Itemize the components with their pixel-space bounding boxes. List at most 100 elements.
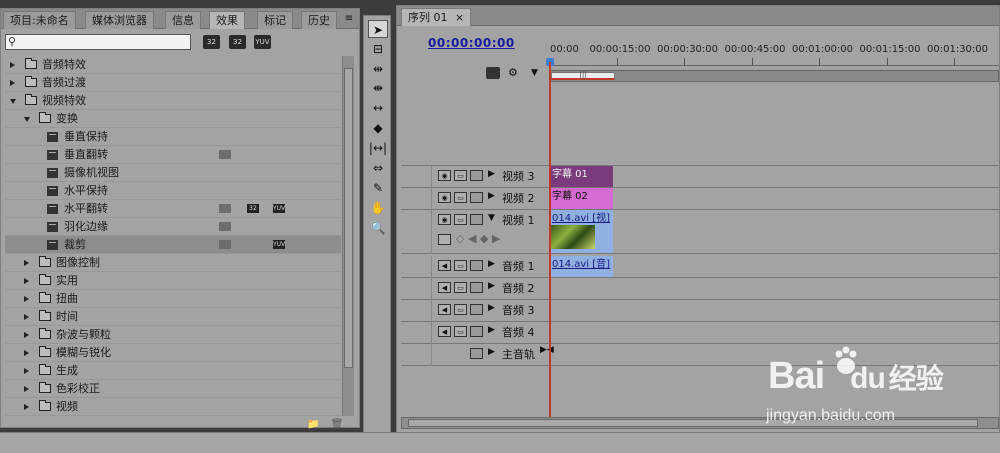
zoom-tool-icon[interactable]: 🔍: [368, 219, 388, 237]
expanded-arrow-icon[interactable]: [10, 99, 16, 104]
speaker-icon[interactable]: ◀: [438, 326, 451, 337]
panel-menu-icon[interactable]: ≡: [342, 12, 356, 26]
tree-folder[interactable]: 图像控制: [5, 254, 341, 272]
tab-sequence-01[interactable]: 序列 01 ×: [401, 8, 472, 26]
marker-icon[interactable]: ▼: [531, 68, 538, 78]
sync-lock-icon[interactable]: ▭: [454, 260, 467, 271]
speaker-icon[interactable]: ◀: [438, 282, 451, 293]
collapsed-arrow-icon[interactable]: [24, 314, 29, 320]
time-ruler[interactable]: 00:00 00:00:15:00 00:00:30:00 00:00:45:00 00…: [549, 42, 999, 66]
work-area-bar[interactable]: |||: [549, 70, 999, 82]
collapsed-arrow-icon[interactable]: [10, 80, 15, 86]
sync-lock-icon[interactable]: ▭: [454, 326, 467, 337]
timeline-horizontal-scrollbar[interactable]: [401, 417, 999, 429]
collapsed-arrow-icon[interactable]: [10, 62, 15, 68]
collapsed-arrow-icon[interactable]: ▶: [488, 303, 495, 313]
collapsed-arrow-icon[interactable]: [24, 386, 29, 392]
track-select-tool-icon[interactable]: ⊟: [368, 40, 388, 58]
sync-lock-icon[interactable]: ▭: [454, 214, 467, 225]
tab-history[interactable]: 历史: [301, 11, 337, 29]
collapsed-arrow-icon[interactable]: ▶: [488, 259, 495, 269]
close-icon[interactable]: ×: [455, 11, 464, 24]
collapsed-arrow-icon[interactable]: [24, 404, 29, 410]
video-clip[interactable]: 014.avi [视]: [549, 210, 613, 253]
scrollbar-thumb[interactable]: [344, 68, 353, 368]
expanded-arrow-icon[interactable]: [24, 117, 30, 122]
effects-search-input[interactable]: ⚲: [5, 34, 191, 50]
lock-icon[interactable]: [470, 282, 483, 293]
slip-tool-icon[interactable]: |↔|: [368, 139, 388, 157]
trash-icon[interactable]: 🗑: [331, 419, 344, 430]
slide-tool-icon[interactable]: ⇔: [368, 159, 388, 177]
video-clip[interactable]: 字幕 01: [549, 166, 613, 187]
collapsed-arrow-icon[interactable]: ▶: [488, 325, 495, 335]
video-clip[interactable]: 字幕 02: [549, 188, 613, 209]
tree-effect[interactable]: 裁剪 YUV: [5, 236, 341, 254]
tree-folder[interactable]: 音频过渡: [5, 74, 341, 92]
timecode-display[interactable]: 00:00:00:00: [428, 36, 515, 50]
tree-folder[interactable]: 实用: [5, 272, 341, 290]
lock-icon[interactable]: [470, 260, 483, 271]
collapsed-arrow-icon[interactable]: ▶: [488, 347, 495, 357]
tab-markers[interactable]: 标记: [257, 11, 293, 29]
ripple-edit-tool-icon[interactable]: ⇹: [368, 60, 388, 78]
collapsed-arrow-icon[interactable]: ▶: [488, 281, 495, 291]
lock-icon[interactable]: [470, 326, 483, 337]
audio-clip[interactable]: 014.avi [音]: [549, 256, 613, 277]
tree-effect[interactable]: 水平保持: [5, 182, 341, 200]
lock-icon[interactable]: [470, 214, 483, 225]
snap-icon[interactable]: [486, 67, 500, 79]
accelerated-effects-icon[interactable]: 32: [203, 35, 220, 49]
tab-effects[interactable]: 效果: [209, 11, 245, 29]
collapsed-arrow-icon[interactable]: ▶: [488, 191, 495, 201]
tree-folder[interactable]: 色彩校正: [5, 380, 341, 398]
tree-effect[interactable]: 垂直保持: [5, 128, 341, 146]
tree-folder[interactable]: 视频特效: [5, 92, 341, 110]
speaker-icon[interactable]: ◀: [438, 304, 451, 315]
sync-lock-icon[interactable]: ▭: [454, 192, 467, 203]
tree-effect[interactable]: 摄像机视图: [5, 164, 341, 182]
lock-icon[interactable]: [470, 192, 483, 203]
collapsed-arrow-icon[interactable]: [24, 350, 29, 356]
work-area-thumb[interactable]: |||: [551, 70, 615, 80]
tree-folder[interactable]: 扭曲: [5, 290, 341, 308]
pen-tool-icon[interactable]: ✎: [368, 179, 388, 197]
new-bin-icon[interactable]: 📁: [307, 419, 319, 430]
lock-icon[interactable]: [470, 348, 483, 359]
collapsed-arrow-icon[interactable]: [24, 296, 29, 302]
collapsed-arrow-icon[interactable]: [24, 332, 29, 338]
tree-folder[interactable]: 时间: [5, 308, 341, 326]
sync-lock-icon[interactable]: ▭: [454, 304, 467, 315]
keyframe-icon[interactable]: ◇ ◀ ◆ ▶: [456, 232, 500, 245]
tab-info[interactable]: 信息: [165, 11, 201, 29]
rate-stretch-tool-icon[interactable]: ↔: [368, 99, 388, 117]
tree-folder[interactable]: 变换: [5, 110, 341, 128]
tab-project[interactable]: 项目:未命名: [3, 11, 76, 29]
tree-folder[interactable]: 杂波与颗粒: [5, 326, 341, 344]
collapsed-arrow-icon[interactable]: [24, 278, 29, 284]
tree-folder[interactable]: 音频特效: [5, 56, 341, 74]
playhead-line[interactable]: [549, 62, 551, 417]
tree-effect[interactable]: 垂直翻转: [5, 146, 341, 164]
set-marker-icon[interactable]: ⚙: [508, 66, 518, 79]
lock-icon[interactable]: [470, 304, 483, 315]
speaker-icon[interactable]: ◀: [438, 260, 451, 271]
tree-effect[interactable]: 水平翻转 32 YUV: [5, 200, 341, 218]
razor-tool-icon[interactable]: ◆: [368, 119, 388, 137]
eye-icon[interactable]: ◉: [438, 192, 451, 203]
eye-icon[interactable]: ◉: [438, 214, 451, 225]
expanded-arrow-icon[interactable]: ▼: [488, 213, 495, 223]
rolling-edit-tool-icon[interactable]: ⇼: [368, 79, 388, 97]
collapsed-arrow-icon[interactable]: ▶: [488, 169, 495, 179]
effects-vertical-scrollbar[interactable]: [342, 56, 354, 416]
collapsed-arrow-icon[interactable]: [24, 368, 29, 374]
display-style-icon[interactable]: [438, 234, 451, 245]
selection-tool-icon[interactable]: ➤: [368, 20, 388, 38]
sync-lock-icon[interactable]: ▭: [454, 282, 467, 293]
lock-icon[interactable]: [470, 170, 483, 181]
tree-effect[interactable]: 羽化边缘: [5, 218, 341, 236]
eye-icon[interactable]: ◉: [438, 170, 451, 181]
sync-lock-icon[interactable]: ▭: [454, 170, 467, 181]
32bit-effects-icon[interactable]: 32: [229, 35, 246, 49]
yuv-effects-icon[interactable]: YUV: [254, 35, 271, 49]
